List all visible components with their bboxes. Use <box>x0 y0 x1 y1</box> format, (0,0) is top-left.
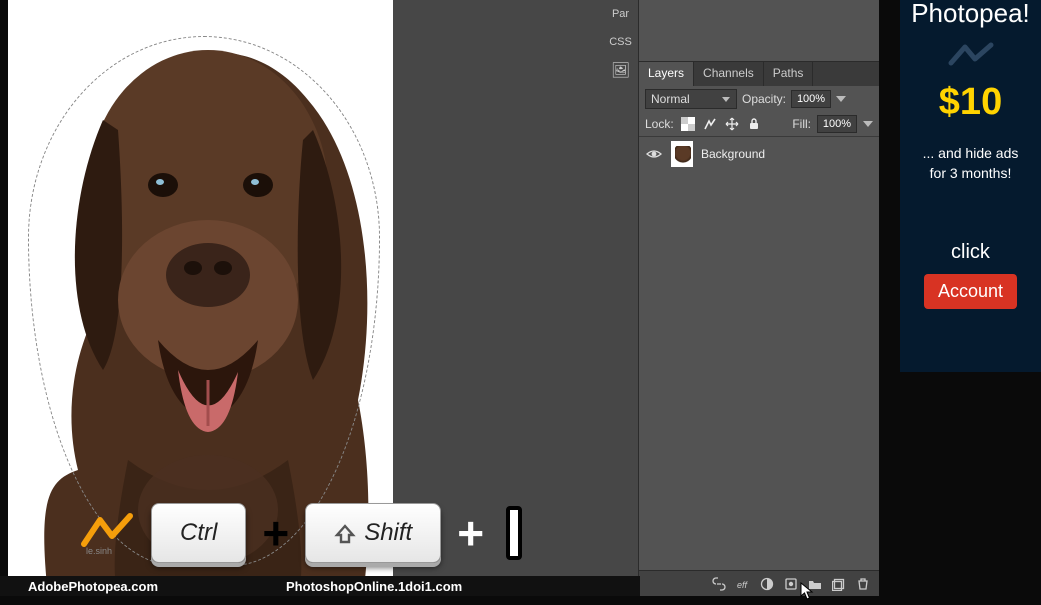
key-shift-label: Shift <box>364 519 412 547</box>
overlay-logo-icon: le.sinh <box>80 510 135 556</box>
fill-dropdown-icon[interactable] <box>863 121 873 127</box>
footer-link-b: PhotoshopOnline.1doi1.com <box>286 579 462 594</box>
image-panel-button[interactable]: 🖼 <box>603 56 638 84</box>
mouse-cursor-icon <box>800 582 814 600</box>
key-ctrl: Ctrl <box>151 503 246 563</box>
promo-hide-line1: ... and hide ads <box>900 144 1041 164</box>
layers-panel-tabs: Layers Channels Paths <box>639 62 879 86</box>
svg-text:eff: eff <box>737 580 749 590</box>
promo-logo-icon <box>947 41 995 71</box>
lock-transparency-icon[interactable] <box>680 116 696 132</box>
tab-channels[interactable]: Channels <box>694 62 764 86</box>
layer-mask-icon[interactable] <box>759 576 775 592</box>
link-layers-icon[interactable] <box>711 576 727 592</box>
plus-icon: + <box>262 506 289 560</box>
css-panel-button[interactable]: CSS <box>603 28 638 56</box>
plus-icon-2: + <box>457 506 484 560</box>
lock-pixels-icon[interactable] <box>702 116 718 132</box>
layer-effects-icon[interactable]: eff <box>735 576 751 592</box>
new-layer-icon[interactable] <box>831 576 847 592</box>
right-panels: Layers Channels Paths Normal Opacity: 10… <box>639 0 879 596</box>
footer-link-a: AdobePhotopea.com <box>28 579 158 594</box>
key-i-partial <box>506 506 522 560</box>
promo-sidebar: Photopea! $10 ... and hide ads for 3 mon… <box>900 0 1041 372</box>
promo-price: $10 <box>900 81 1041 124</box>
watermark-footer: AdobePhotopea.com PhotoshopOnline.1doi1.… <box>0 576 640 596</box>
fill-field[interactable]: 100% <box>817 115 857 133</box>
promo-hide-line2: for 3 months! <box>900 164 1041 184</box>
overlay-logo-caption: le.sinh <box>86 546 112 556</box>
blend-mode-select[interactable]: Normal <box>645 89 737 109</box>
lock-position-icon[interactable] <box>724 116 740 132</box>
opacity-field[interactable]: 100% <box>791 90 831 108</box>
promo-click-text: click <box>900 241 1041 264</box>
collapsed-panel-dock: Par CSS 🖼 <box>603 0 639 596</box>
tab-paths[interactable]: Paths <box>764 62 814 86</box>
layer-row[interactable]: Background <box>639 137 879 171</box>
key-shift: Shift <box>305 503 441 563</box>
layer-panel-footer: eff <box>639 570 879 596</box>
keyboard-shortcut-overlay: le.sinh Ctrl + Shift + <box>80 503 522 563</box>
tab-layers[interactable]: Layers <box>639 62 694 86</box>
lock-label: Lock: <box>645 117 674 131</box>
promo-hide-text: ... and hide ads for 3 months! <box>900 144 1041 183</box>
fill-label: Fill: <box>792 117 811 131</box>
shift-arrow-icon <box>334 523 354 543</box>
paragraph-panel-button[interactable]: Par <box>603 0 638 28</box>
lock-all-icon[interactable] <box>746 116 762 132</box>
lock-fill-row: Lock: Fill: 100% <box>639 112 879 137</box>
opacity-label: Opacity: <box>742 92 786 106</box>
blend-opacity-row: Normal Opacity: 100% <box>639 86 879 112</box>
layer-name[interactable]: Background <box>701 147 765 161</box>
promo-title: Photopea! <box>900 0 1041 29</box>
properties-panel-area <box>639 0 879 62</box>
layer-visibility-icon[interactable] <box>645 145 663 163</box>
layer-list: Background <box>639 137 879 570</box>
adjustment-layer-icon[interactable] <box>783 576 799 592</box>
opacity-dropdown-icon[interactable] <box>836 96 846 102</box>
account-button[interactable]: Account <box>924 274 1017 309</box>
delete-layer-icon[interactable] <box>855 576 871 592</box>
layer-thumbnail[interactable] <box>671 141 693 167</box>
